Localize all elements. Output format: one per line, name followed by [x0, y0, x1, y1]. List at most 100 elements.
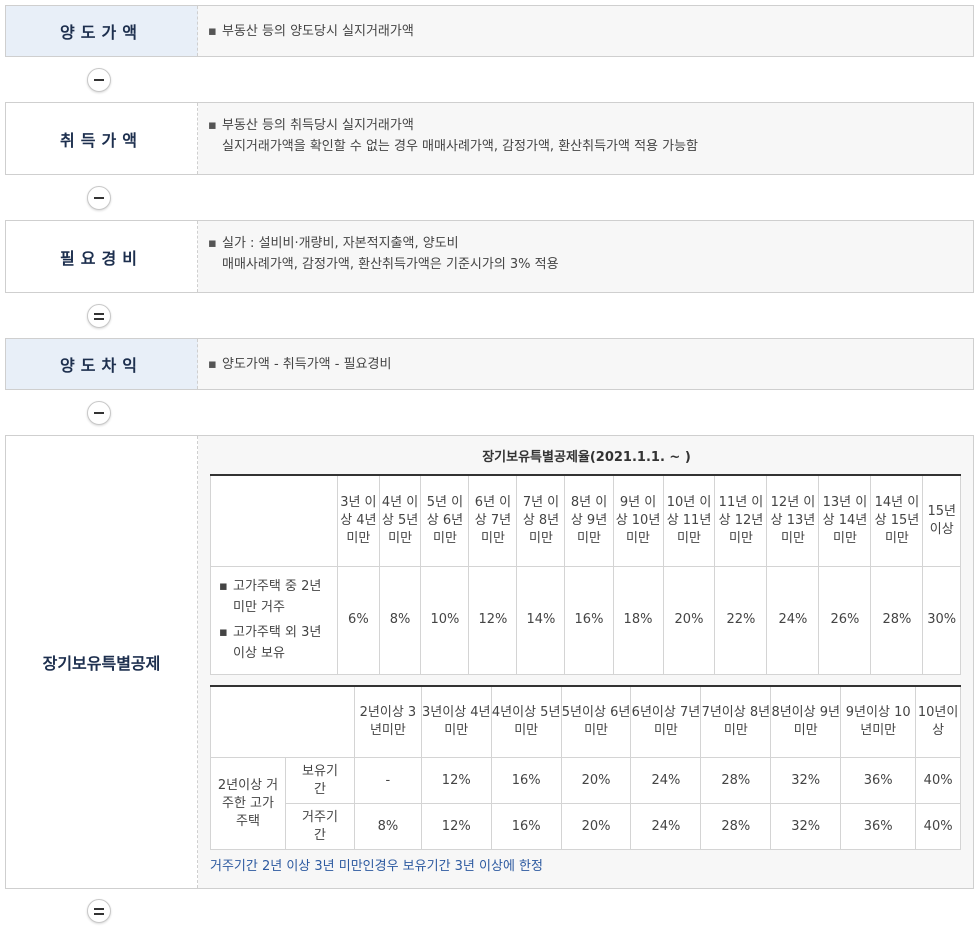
rate-cell: 8% [354, 803, 422, 850]
rate-cell: 14% [516, 565, 566, 675]
rate-cell: 24% [630, 757, 702, 804]
header-cell: 11년 이상 12년 미만 [714, 474, 768, 567]
rate-cell: 20% [662, 565, 716, 675]
header-cell: 14년 이상 15년 미만 [870, 474, 924, 567]
bullet-icon: ▪ [208, 24, 217, 39]
table-row: 2년이상 거주한 고가주택 보유기간 - 12% 16% 20% 24% 28%… [210, 757, 961, 850]
header-cell: 5년 이상 6년 미만 [420, 474, 470, 567]
rate-cell: 40% [915, 803, 961, 850]
section-label: 양도차익 [6, 339, 198, 389]
table-header-row: 2년이상 3년미만 3년이상 4년미만 4년이상 5년미만 5년이상 6년미만 … [210, 685, 961, 758]
row-label-cell: 보유기간 [285, 757, 355, 804]
rate-cell: 12% [420, 757, 492, 804]
rate-cell: 18% [612, 565, 664, 675]
row-label: 고가주택 중 2년 미만 거주 [233, 579, 322, 615]
rate-cell: 6% [337, 565, 380, 675]
header-cell: 3년 이상 4년 미만 [337, 474, 380, 567]
bullet-icon: ▪ [208, 236, 217, 251]
content-line: 매매사례가액, 감정가액, 환산취득가액은 기준시가의 3% 적용 [222, 257, 559, 272]
rate-cell: 22% [714, 565, 768, 675]
row-label-cell: ▪ 고가주택 중 2년 미만 거주 ▪ 고가주택 외 3년 이상 보유 [210, 565, 338, 675]
rate-cell: 36% [840, 803, 917, 850]
header-cell: 13년 이상 14년 미만 [818, 474, 872, 567]
section-content: ▪ 부동산 등의 양도당시 실지거래가액 [198, 6, 973, 56]
header-cell: 9년 이상 10년 미만 [612, 474, 664, 567]
content-line: 양도가액 - 취득가액 - 필요경비 [222, 357, 392, 372]
rate-cell: 24% [766, 565, 820, 675]
rate-cell: 28% [870, 565, 924, 675]
content-line: 부동산 등의 취득당시 실지거래가액 [222, 118, 414, 133]
header-cell: 7년이상 8년미만 [700, 685, 772, 758]
rate-cell: 40% [915, 757, 961, 804]
header-cell: 10년 이상 11년 미만 [662, 474, 716, 567]
empty-header-cell [210, 685, 355, 758]
bullet-icon: ▪ [219, 579, 228, 594]
header-cell: 6년이상 7년미만 [630, 685, 702, 758]
section-transfer-gain: 양도차익 ▪ 양도가액 - 취득가액 - 필요경비 [5, 338, 974, 390]
rate-cell: 36% [840, 757, 917, 804]
table-row: 거주기간 8% 12% 16% 20% 24% 28% 32% 36% 40% [211, 803, 961, 850]
section-content: ▪ 양도가액 - 취득가액 - 필요경비 [198, 339, 973, 389]
rate-cell: 10% [420, 565, 470, 675]
rate-cell: 8% [378, 565, 422, 675]
header-cell: 6년 이상 7년 미만 [468, 474, 518, 567]
header-cell: 9년이상 10년미만 [840, 685, 917, 758]
header-cell: 2년이상 3년미만 [354, 685, 422, 758]
rate-cell: 12% [420, 803, 492, 850]
minus-icon [87, 401, 111, 425]
table-note: 거주기간 2년 이상 3년 미만인경우 보유기간 3년 이상에 한정 [210, 859, 543, 874]
bullet-icon: ▪ [219, 625, 228, 640]
header-cell: 7년 이상 8년 미만 [516, 474, 566, 567]
section-label: 장기보유특별공제 [6, 436, 198, 888]
section-content: ▪ 부동산 등의 취득당시 실지거래가액 실지거래가액을 확인할 수 없는 경우 … [198, 103, 973, 174]
header-cell: 8년 이상 9년 미만 [564, 474, 614, 567]
rate-cell: 20% [560, 803, 632, 850]
section-acquisition-price: 취득가액 ▪ 부동산 등의 취득당시 실지거래가액 실지거래가액을 확인할 수 없… [5, 102, 974, 175]
rate-cell: 12% [468, 565, 518, 675]
section-long-term-deduction: 장기보유특별공제 장기보유특별공제율(2021.1.1. ~ ) 3년 이상 4… [5, 435, 974, 889]
table-header-row: 3년 이상 4년 미만 4년 이상 5년 미만 5년 이상 6년 미만 6년 이… [210, 474, 961, 567]
content-line: 실가 : 설비비·개량비, 자본적지출액, 양도비 [222, 236, 459, 251]
high-price-housing-table: 2년이상 3년미만 3년이상 4년미만 4년이상 5년미만 5년이상 6년미만 … [210, 684, 961, 850]
section-expenses: 필요경비 ▪ 실가 : 설비비·개량비, 자본적지출액, 양도비 매매사례가액, … [5, 220, 974, 293]
rate-cell: 16% [490, 803, 562, 850]
header-cell: 12년 이상 13년 미만 [766, 474, 820, 567]
rate-cell: 26% [818, 565, 872, 675]
rate-cell: 32% [770, 757, 842, 804]
header-cell: 5년이상 6년미만 [560, 685, 632, 758]
minus-icon [87, 68, 111, 92]
header-cell: 15년 이상 [922, 474, 961, 567]
bullet-icon: ▪ [208, 357, 217, 372]
minus-icon [87, 186, 111, 210]
bullet-icon: ▪ [208, 118, 217, 133]
header-cell: 8년이상 9년미만 [770, 685, 842, 758]
table-title: 장기보유특별공제율(2021.1.1. ~ ) [482, 450, 691, 465]
rate-cell: 28% [700, 803, 772, 850]
header-cell: 10년이상 [915, 685, 961, 758]
rate-cell: 24% [630, 803, 702, 850]
deduction-rate-table: 3년 이상 4년 미만 4년 이상 5년 미만 5년 이상 6년 미만 6년 이… [210, 474, 961, 675]
rate-cell: 16% [490, 757, 562, 804]
equals-icon [87, 304, 111, 328]
content-line: 부동산 등의 양도당시 실지거래가액 [222, 24, 414, 39]
empty-header-cell [210, 474, 338, 567]
rate-cell: 30% [922, 565, 961, 675]
equals-icon [87, 899, 111, 923]
row-label-cell: 거주기간 [285, 803, 355, 850]
section-transfer-price: 양도가액 ▪ 부동산 등의 양도당시 실지거래가액 [5, 5, 974, 57]
section-label: 필요경비 [6, 221, 198, 292]
section-content: 장기보유특별공제율(2021.1.1. ~ ) 3년 이상 4년 미만 4년 이… [198, 436, 973, 888]
table-row: ▪ 고가주택 중 2년 미만 거주 ▪ 고가주택 외 3년 이상 보유 6% 8% … [210, 565, 961, 675]
rate-cell: 20% [560, 757, 632, 804]
group-label-cell: 2년이상 거주한 고가주택 [210, 757, 286, 850]
rate-cell: 16% [564, 565, 614, 675]
section-label: 취득가액 [6, 103, 198, 174]
section-content: ▪ 실가 : 설비비·개량비, 자본적지출액, 양도비 매매사례가액, 감정가액,… [198, 221, 973, 292]
rate-cell: 32% [770, 803, 842, 850]
header-cell: 3년이상 4년미만 [420, 685, 492, 758]
header-cell: 4년 이상 5년 미만 [378, 474, 422, 567]
content-line: 실지거래가액을 확인할 수 없는 경우 매매사례가액, 감정가액, 환산취득가액… [222, 139, 699, 154]
header-cell: 4년이상 5년미만 [490, 685, 562, 758]
rate-cell: 28% [700, 757, 772, 804]
row-label: 고가주택 외 3년 이상 보유 [233, 625, 322, 661]
